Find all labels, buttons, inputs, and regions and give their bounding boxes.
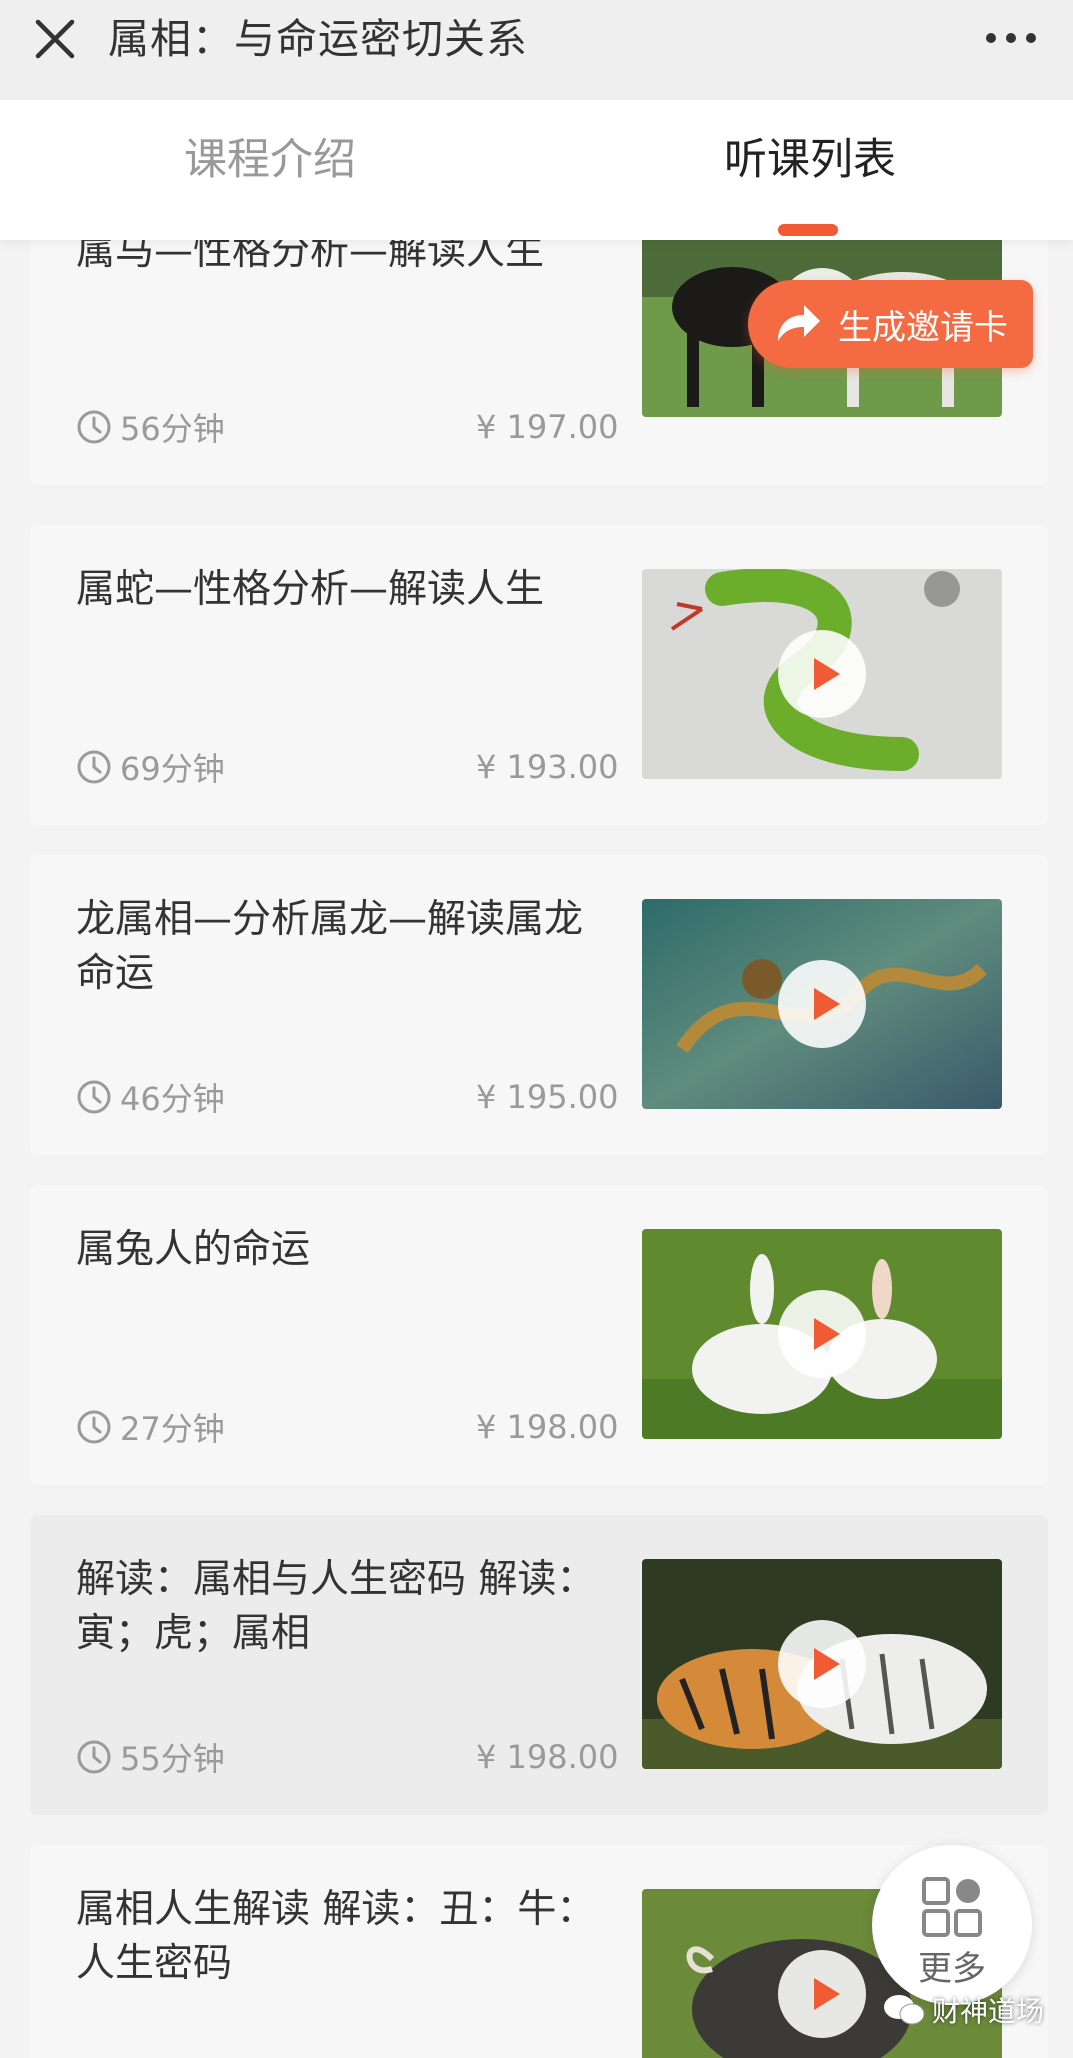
- tab-lesson-list[interactable]: 听课列表: [660, 130, 960, 190]
- watermark-label: 财神道场: [932, 1995, 1045, 2028]
- course-title: 解读：属相与人生密码 解读：寅；虎；属相: [76, 1557, 596, 1656]
- course-title: 龙属相—分析属龙—解读属龙命运: [76, 897, 584, 996]
- course-meta: 69分钟 ¥ 193.00: [76, 747, 636, 788]
- more-menu-button[interactable]: 更多: [872, 1845, 1032, 2005]
- page-title: 属相：与命运密切关系: [108, 15, 528, 63]
- course-card[interactable]: 属兔人的命运 27分钟 ¥ 198.00: [30, 1185, 1048, 1485]
- course-meta: 56分钟 ¥ 197.00: [76, 407, 636, 448]
- course-card[interactable]: 属蛇—性格分析—解读人生 69分钟 ¥ 193.00: [30, 525, 1048, 825]
- course-thumbnail-rabbits[interactable]: [642, 1229, 1002, 1439]
- share-arrow-icon: [778, 305, 820, 341]
- course-duration: 56分钟: [120, 410, 225, 448]
- course-price: ¥ 197.00: [476, 408, 619, 446]
- more-label: 更多: [918, 1949, 986, 1989]
- course-duration: 55分钟: [120, 1740, 225, 1778]
- course-price: ¥ 195.00: [476, 1078, 619, 1116]
- course-meta: 46分钟 ¥ 195.00: [76, 1077, 636, 1118]
- course-meta: 55分钟 ¥ 198.00: [76, 1737, 636, 1778]
- course-price: ¥ 193.00: [476, 748, 619, 786]
- clock-icon: [77, 750, 111, 784]
- clock-icon: [77, 1410, 111, 1444]
- play-button-icon[interactable]: [778, 1290, 866, 1378]
- active-tab-indicator: [778, 224, 838, 236]
- course-title: 属蛇—性格分析—解读人生: [76, 567, 545, 612]
- close-icon[interactable]: [30, 14, 80, 64]
- tab-bar: 课程介绍 听课列表: [0, 100, 1073, 240]
- play-button-icon[interactable]: [778, 960, 866, 1048]
- course-title: 属马—性格分析—解读人生: [76, 240, 545, 274]
- course-title: 属相人生解读 解读：丑：牛：人生密码: [76, 1887, 596, 1986]
- course-duration: 69分钟: [120, 750, 225, 788]
- course-duration: 27分钟: [120, 1410, 225, 1448]
- play-button-icon[interactable]: [778, 1620, 866, 1708]
- course-price: ¥ 198.00: [476, 1738, 619, 1776]
- clock-icon: [77, 1080, 111, 1114]
- more-dots-icon[interactable]: [981, 20, 1041, 56]
- top-bar: 属相：与命运密切关系: [0, 0, 1073, 100]
- clock-icon: [77, 410, 111, 444]
- tab-course-intro[interactable]: 课程介绍: [120, 130, 420, 190]
- course-price: ¥ 198.00: [476, 1408, 619, 1446]
- course-thumbnail-snake[interactable]: [642, 569, 1002, 779]
- course-duration: 46分钟: [120, 1080, 225, 1118]
- grid-apps-icon: [922, 1877, 982, 1937]
- course-list: 属马—性格分析—解读人生 56分钟 ¥ 197.00 属蛇—性格分析—解读人生 …: [0, 240, 1073, 2058]
- course-card[interactable]: 解读：属相与人生密码 解读：寅；虎；属相 55分钟 ¥ 198.00: [30, 1515, 1048, 1815]
- generate-invite-card-button[interactable]: 生成邀请卡: [748, 280, 1033, 368]
- play-button-icon[interactable]: [778, 1950, 866, 2038]
- course-thumbnail-dragon[interactable]: [642, 899, 1002, 1109]
- play-button-icon[interactable]: [778, 630, 866, 718]
- invite-label: 生成邀请卡: [838, 307, 1008, 348]
- wechat-icon: [884, 1995, 925, 2025]
- course-meta: 27分钟 ¥ 198.00: [76, 1407, 636, 1448]
- clock-icon: [77, 1740, 111, 1774]
- watermark: 财神道场: [882, 1985, 1044, 2035]
- course-card[interactable]: 龙属相—分析属龙—解读属龙命运 46分钟 ¥ 195.00: [30, 855, 1048, 1155]
- course-title: 属兔人的命运: [76, 1227, 311, 1272]
- course-thumbnail-tigers[interactable]: [642, 1559, 1002, 1769]
